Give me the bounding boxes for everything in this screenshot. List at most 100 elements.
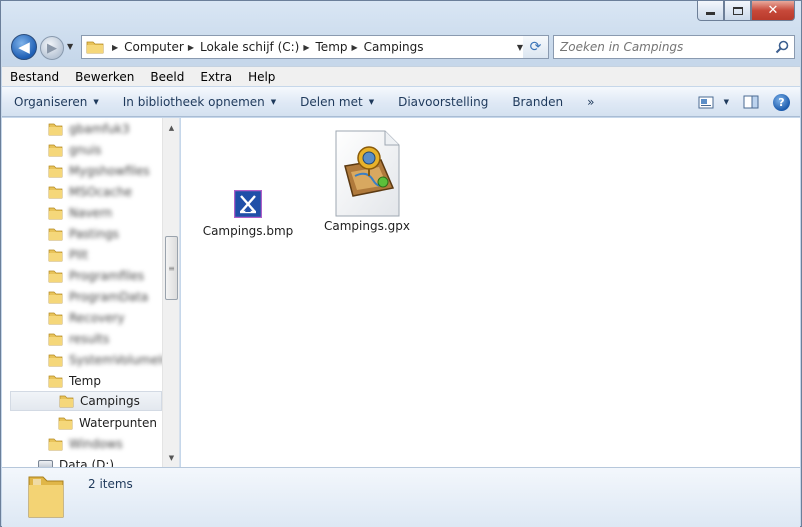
organize-button[interactable]: Organiseren ▼ xyxy=(2,95,111,109)
menu-view[interactable]: Beeld xyxy=(142,70,192,84)
navigation-scrollbar[interactable]: ▲ ≡ ▼ xyxy=(162,118,179,467)
file-item-campings-bmp[interactable]: Campings.bmp xyxy=(200,190,296,238)
tree-item[interactable]: results xyxy=(48,329,109,349)
menu-file[interactable]: Bestand xyxy=(2,70,67,84)
tree-item[interactable]: PIIt xyxy=(48,245,88,265)
navigation-pane: gbamfuk3 gnuis Mygshowfiles MSOcache Nav… xyxy=(2,118,180,467)
menu-edit[interactable]: Bewerken xyxy=(67,70,142,84)
chevron-down-icon: ▼ xyxy=(723,98,729,106)
breadcrumb-arrow-icon[interactable]: ▶ xyxy=(188,43,194,52)
refresh-button[interactable]: ⟳ xyxy=(523,35,549,59)
tree-item[interactable]: MSOcache xyxy=(48,182,132,202)
folder-icon xyxy=(48,333,63,345)
breadcrumb-arrow-icon[interactable]: ▶ xyxy=(112,43,118,52)
menu-tools[interactable]: Extra xyxy=(192,70,240,84)
chevron-down-icon: ▼ xyxy=(93,97,99,106)
tree-item[interactable]: gnuis xyxy=(48,140,101,160)
folder-icon xyxy=(58,417,73,429)
tree-item-campings[interactable]: Campings xyxy=(10,391,162,411)
search-box[interactable] xyxy=(553,35,795,59)
maximize-button[interactable] xyxy=(724,1,751,21)
menu-help[interactable]: Help xyxy=(240,70,283,84)
include-library-label: In bibliotheek opnemen xyxy=(122,94,265,109)
tree-item-waterpunten[interactable]: Waterpunten xyxy=(58,413,157,433)
folder-icon xyxy=(28,476,64,518)
view-options-button[interactable]: ▼ xyxy=(698,96,729,109)
scroll-down-icon[interactable]: ▼ xyxy=(163,449,180,466)
close-button[interactable]: ✕ xyxy=(751,1,795,21)
help-icon[interactable]: ? xyxy=(773,93,790,111)
slideshow-button[interactable]: Diavoorstelling xyxy=(386,95,500,109)
folder-icon xyxy=(48,312,63,324)
explorer-window: ✕ ◀ ▶ ▼ ▶ Computer ▶ Lokale schijf (C:) … xyxy=(0,0,802,527)
folder-icon xyxy=(48,354,63,366)
folder-icon xyxy=(59,395,74,407)
file-list: Campings.bmp Campings.gpx xyxy=(181,118,800,467)
folder-icon xyxy=(86,41,104,54)
tree-item-label: Campings xyxy=(80,394,140,408)
tree-item-label: Temp xyxy=(69,374,101,388)
breadcrumb-arrow-icon[interactable]: ▶ xyxy=(303,43,309,52)
folder-icon xyxy=(48,291,63,303)
breadcrumb-local-disk[interactable]: Lokale schijf (C:) xyxy=(200,40,299,54)
tree-item-label: Windows xyxy=(69,437,123,451)
tree-item[interactable]: ProgramData xyxy=(48,287,148,307)
breadcrumb-arrow-icon[interactable]: ▶ xyxy=(352,43,358,52)
forward-button[interactable]: ▶ xyxy=(40,36,64,60)
scroll-thumb[interactable]: ≡ xyxy=(165,236,178,300)
organize-label: Organiseren xyxy=(14,94,88,109)
details-pane: 2 items xyxy=(2,467,800,527)
preview-pane-icon[interactable] xyxy=(743,95,759,109)
tree-item-label: ProgramData xyxy=(69,290,149,304)
tree-item[interactable]: gbamfuk3 xyxy=(48,119,130,139)
change-view-icon xyxy=(698,96,714,108)
tree-item-label: MSOcache xyxy=(69,185,132,199)
tree-item-data-drive[interactable]: Data (D:) xyxy=(38,455,114,467)
history-dropdown-icon[interactable]: ▼ xyxy=(67,42,77,52)
folder-icon xyxy=(48,249,63,261)
folder-icon xyxy=(48,186,63,198)
folder-icon xyxy=(48,123,63,135)
tree-item-temp[interactable]: Temp xyxy=(48,371,101,391)
search-icon[interactable] xyxy=(775,40,789,54)
share-with-button[interactable]: Delen met ▼ xyxy=(288,95,386,109)
tree-item-label: PIIt xyxy=(69,248,89,262)
refresh-icon: ⟳ xyxy=(529,39,542,55)
caption-buttons: ✕ xyxy=(697,1,795,21)
menu-bar: Bestand Bewerken Beeld Extra Help xyxy=(2,66,800,86)
tree-item-label: gnuis xyxy=(69,143,102,157)
scroll-up-icon[interactable]: ▲ xyxy=(163,119,180,136)
back-button[interactable]: ◀ xyxy=(11,34,37,60)
file-name: Campings.gpx xyxy=(324,219,410,233)
include-in-library-button[interactable]: In bibliotheek opnemen ▼ xyxy=(111,95,288,109)
tree-item[interactable]: Programfiles xyxy=(48,266,144,286)
breadcrumb-campings[interactable]: Campings xyxy=(364,40,424,54)
minimize-button[interactable] xyxy=(697,1,724,21)
address-bar[interactable]: ▶ Computer ▶ Lokale schijf (C:) ▶ Temp ▶… xyxy=(81,35,529,59)
tree-item-label: Pastings xyxy=(69,227,119,241)
tree-item[interactable]: Navern xyxy=(48,203,112,223)
search-input[interactable] xyxy=(554,36,764,58)
folder-icon xyxy=(48,375,63,387)
breadcrumb-temp[interactable]: Temp xyxy=(316,40,348,54)
file-item-campings-gpx[interactable]: Campings.gpx xyxy=(319,130,415,233)
breadcrumb-computer[interactable]: Computer xyxy=(124,40,184,54)
hard-drive-icon xyxy=(38,460,53,467)
more-commands-button[interactable]: » xyxy=(575,95,606,109)
close-icon: ✕ xyxy=(767,3,779,18)
tree-item[interactable]: SystemVolumeInfo xyxy=(48,350,179,370)
folder-icon xyxy=(48,228,63,240)
burn-button[interactable]: Branden xyxy=(500,95,575,109)
tree-item[interactable]: Recovery xyxy=(48,308,125,328)
tree-item[interactable]: Pastings xyxy=(48,224,119,244)
tree-item-label: Waterpunten xyxy=(79,416,157,430)
tree-item[interactable]: Mygshowfiles xyxy=(48,161,150,181)
tree-item-label: Programfiles xyxy=(69,269,145,283)
tree-item-label: gbamfuk3 xyxy=(69,122,130,136)
share-label: Delen met xyxy=(300,94,363,109)
item-count: 2 items xyxy=(88,477,133,491)
tree-item[interactable]: Windows xyxy=(48,434,123,454)
navigation-row: ◀ ▶ ▼ ▶ Computer ▶ Lokale schijf (C:) ▶ … xyxy=(9,32,795,62)
maximize-icon xyxy=(732,6,743,15)
tree-item-label: Recovery xyxy=(69,311,125,325)
